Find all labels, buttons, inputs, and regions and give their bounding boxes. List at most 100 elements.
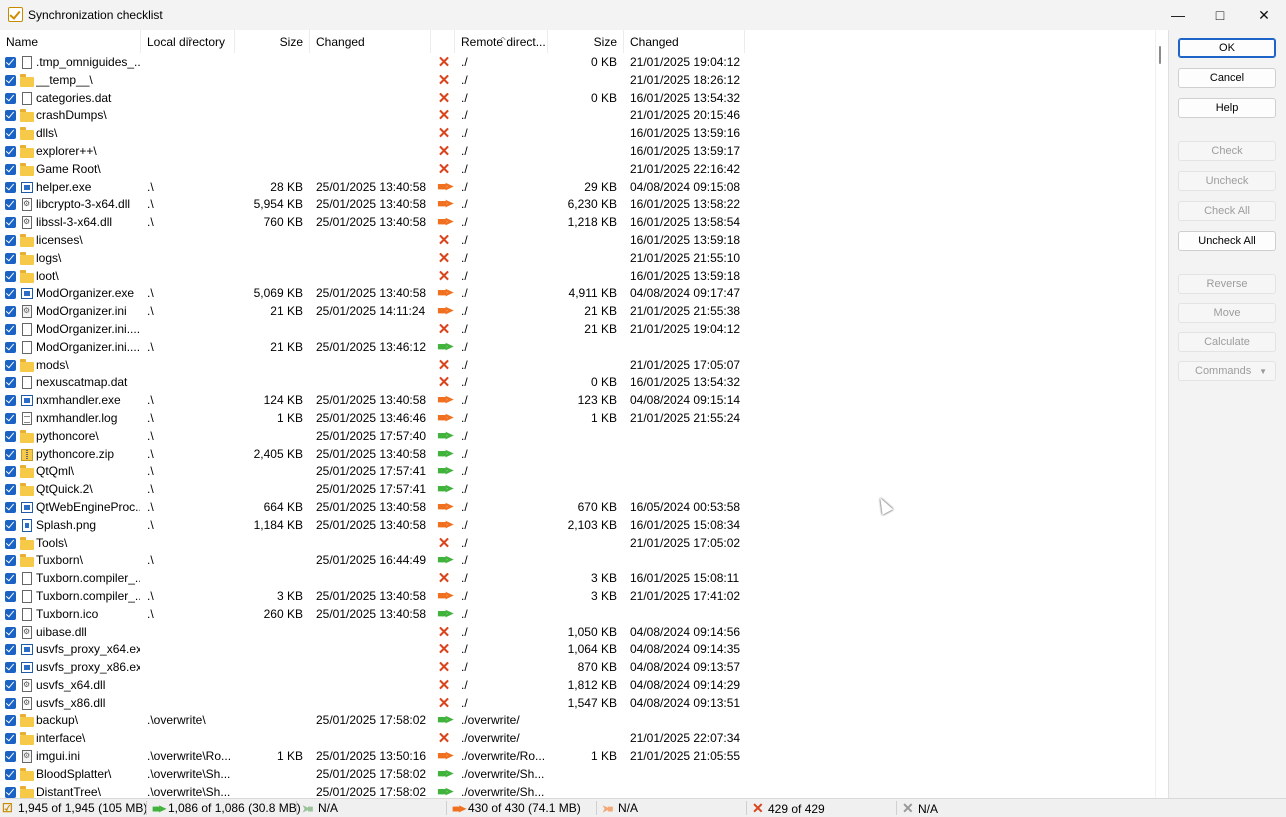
row-checkbox[interactable]	[5, 252, 16, 264]
row-checkbox[interactable]	[5, 751, 16, 763]
column-header-remote-directory[interactable]: ^ Remote direct...	[455, 30, 548, 53]
table-row[interactable]: Tuxborn.ico .\ 260 KB 25/01/2025 13:40:58 ■■…	[0, 605, 1155, 623]
column-header-name[interactable]: Name	[0, 30, 141, 53]
checklist-list[interactable]: Name ^ Local directory Size Changed ^ Remo…	[0, 30, 1155, 798]
table-row[interactable]: backup\ .\overwrite\ 25/01/2025 17:58:02 ■■…	[0, 711, 1155, 729]
help-button[interactable]: Help	[1178, 98, 1276, 118]
table-row[interactable]: .tmp_omniguides_... ✕ ./ 0 KB 21/01/2025 19:…	[0, 53, 1155, 71]
column-header-local-directory[interactable]: ^ Local directory	[141, 30, 235, 53]
table-row[interactable]: QtWebEngineProc... .\ 664 KB 25/01/2025 13:…	[0, 498, 1155, 516]
table-row[interactable]: libcrypto-3-x64.dll .\ 5,954 KB 25/01/2025 …	[0, 195, 1155, 213]
table-row[interactable]: interface\ ✕ ./overwrite/21/01/2025 22:07:…	[0, 729, 1155, 747]
row-checkbox[interactable]	[5, 697, 16, 709]
row-checkbox[interactable]	[5, 448, 16, 460]
table-row[interactable]: uibase.dll ✕ ./ 1,050 KB 04/08/2024 09:14:56	[0, 623, 1155, 641]
row-checkbox[interactable]	[5, 217, 16, 229]
table-row[interactable]: libssl-3-x64.dll .\ 760 KB 25/01/2025 13:40…	[0, 213, 1155, 231]
table-row[interactable]: usvfs_x64.dll ✕ ./ 1,812 KB 04/08/2024 09:14…	[0, 676, 1155, 694]
cancel-button[interactable]: Cancel	[1178, 68, 1276, 88]
table-row[interactable]: BloodSplatter\ .\overwrite\Sh... 25/01/202…	[0, 765, 1155, 783]
table-row[interactable]: QtQuick.2\ .\ 25/01/2025 17:57:41 ■■➤ ./	[0, 480, 1155, 498]
minimize-icon[interactable]: —	[1156, 0, 1200, 30]
row-checkbox[interactable]	[5, 555, 16, 567]
scrollbar-thumb[interactable]	[1159, 46, 1161, 64]
table-row[interactable]: nexuscatmap.dat ✕ ./ 0 KB 16/01/2025 13:54:3…	[0, 373, 1155, 391]
commands-button[interactable]: Commands ▼	[1178, 361, 1276, 381]
table-row[interactable]: mods\ ✕ ./ 21/01/2025 17:05:07	[0, 356, 1155, 374]
calculate-button[interactable]: Calculate	[1178, 332, 1276, 352]
row-checkbox[interactable]	[5, 145, 16, 157]
table-row[interactable]: Splash.png .\ 1,184 KB 25/01/2025 13:40:58 ■…	[0, 516, 1155, 534]
row-checkbox[interactable]	[5, 341, 16, 353]
table-row[interactable]: pythoncore.zip .\ 2,405 KB 25/01/2025 13:40…	[0, 445, 1155, 463]
row-checkbox[interactable]	[5, 733, 16, 745]
vertical-scrollbar[interactable]	[1155, 30, 1169, 798]
column-header-size[interactable]: Size	[235, 30, 310, 53]
ok-button[interactable]: OK	[1178, 38, 1276, 58]
table-row[interactable]: Tuxborn.compiler_... ✕ ./ 3 KB 16/01/2025 15…	[0, 569, 1155, 587]
column-header-remote-size[interactable]: Size	[548, 30, 624, 53]
row-checkbox[interactable]	[5, 57, 16, 68]
table-row[interactable]: categories.dat ✕ ./ 0 KB 16/01/2025 13:54:32	[0, 89, 1155, 107]
table-row[interactable]: DistantTree\ .\overwrite\Sh... 25/01/2025 …	[0, 783, 1155, 798]
row-checkbox[interactable]	[5, 92, 16, 104]
row-checkbox[interactable]	[5, 199, 16, 211]
table-row[interactable]: logs\ ✕ ./ 21/01/2025 21:55:10	[0, 249, 1155, 267]
check-button[interactable]: Check	[1178, 141, 1276, 161]
table-row[interactable]: usvfs_x86.dll ✕ ./ 1,547 KB 04/08/2024 09:13…	[0, 694, 1155, 712]
table-row[interactable]: Tuxborn.compiler_... .\ 3 KB 25/01/2025 13:…	[0, 587, 1155, 605]
maximize-icon[interactable]: □	[1198, 0, 1242, 30]
table-row[interactable]: imgui.ini .\overwrite\Ro... 1 KB 25/01/2025…	[0, 747, 1155, 765]
row-checkbox[interactable]	[5, 715, 16, 727]
row-checkbox[interactable]	[5, 377, 16, 389]
table-row[interactable]: Tools\ ✕ ./ 21/01/2025 17:05:02	[0, 534, 1155, 552]
row-checkbox[interactable]	[5, 484, 16, 496]
check-all-button[interactable]: Check All	[1178, 201, 1276, 221]
table-row[interactable]: __temp__\ ✕ ./ 21/01/2025 18:26:12	[0, 71, 1155, 89]
row-checkbox[interactable]	[5, 626, 16, 638]
row-checkbox[interactable]	[5, 786, 16, 798]
table-row[interactable]: crashDumps\ ✕ ./ 21/01/2025 20:15:46	[0, 106, 1155, 124]
row-checkbox[interactable]	[5, 74, 16, 86]
row-checkbox[interactable]	[5, 662, 16, 674]
row-checkbox[interactable]	[5, 608, 16, 620]
row-checkbox[interactable]	[5, 306, 16, 318]
row-checkbox[interactable]	[5, 590, 16, 602]
row-checkbox[interactable]	[5, 430, 16, 442]
table-row[interactable]: ModOrganizer.ini.... ✕ ./ 21 KB 21/01/2025 1…	[0, 320, 1155, 338]
row-checkbox[interactable]	[5, 519, 16, 531]
table-row[interactable]: usvfs_proxy_x64.exe ✕ ./ 1,064 KB 04/08/2024…	[0, 640, 1155, 658]
row-checkbox[interactable]	[5, 288, 16, 300]
row-checkbox[interactable]	[5, 234, 16, 246]
row-checkbox[interactable]	[5, 466, 16, 478]
table-row[interactable]: Tuxborn\ .\ 25/01/2025 16:44:49 ■■➤ ./	[0, 551, 1155, 569]
column-header-changed[interactable]: Changed	[310, 30, 431, 53]
table-row[interactable]: nxmhandler.log .\ 1 KB 25/01/2025 13:46:46 ■…	[0, 409, 1155, 427]
table-row[interactable]: ModOrganizer.exe .\ 5,069 KB 25/01/2025 13:…	[0, 284, 1155, 302]
row-checkbox[interactable]	[5, 644, 16, 656]
table-row[interactable]: dlls\ ✕ ./ 16/01/2025 13:59:16	[0, 124, 1155, 142]
row-checkbox[interactable]	[5, 537, 16, 549]
move-button[interactable]: Move	[1178, 303, 1276, 323]
table-row[interactable]: pythoncore\ .\ 25/01/2025 17:57:40 ■■➤ ./	[0, 427, 1155, 445]
row-checkbox[interactable]	[5, 270, 16, 282]
table-row[interactable]: QtQml\ .\ 25/01/2025 17:57:41 ■■➤ ./	[0, 462, 1155, 480]
uncheck-button[interactable]: Uncheck	[1178, 171, 1276, 191]
row-checkbox[interactable]	[5, 501, 16, 513]
close-icon[interactable]: ✕	[1242, 0, 1286, 30]
table-row[interactable]: licenses\ ✕ ./ 16/01/2025 13:59:18	[0, 231, 1155, 249]
reverse-button[interactable]: Reverse	[1178, 274, 1276, 294]
row-checkbox[interactable]	[5, 163, 16, 175]
row-checkbox[interactable]	[5, 679, 16, 691]
row-checkbox[interactable]	[5, 359, 16, 371]
table-row[interactable]: Game Root\ ✕ ./ 21/01/2025 22:16:42	[0, 160, 1155, 178]
table-row[interactable]: explorer++\ ✕ ./ 16/01/2025 13:59:17	[0, 142, 1155, 160]
row-checkbox[interactable]	[5, 110, 16, 122]
row-checkbox[interactable]	[5, 128, 16, 140]
row-checkbox[interactable]	[5, 395, 16, 407]
table-row[interactable]: nxmhandler.exe .\ 124 KB 25/01/2025 13:40:5…	[0, 391, 1155, 409]
table-row[interactable]: usvfs_proxy_x86.exe ✕ ./ 870 KB 04/08/2024 0…	[0, 658, 1155, 676]
column-header-remote-changed[interactable]: Changed	[624, 30, 745, 53]
row-checkbox[interactable]	[5, 181, 16, 193]
uncheck-all-button[interactable]: Uncheck All	[1178, 231, 1276, 251]
